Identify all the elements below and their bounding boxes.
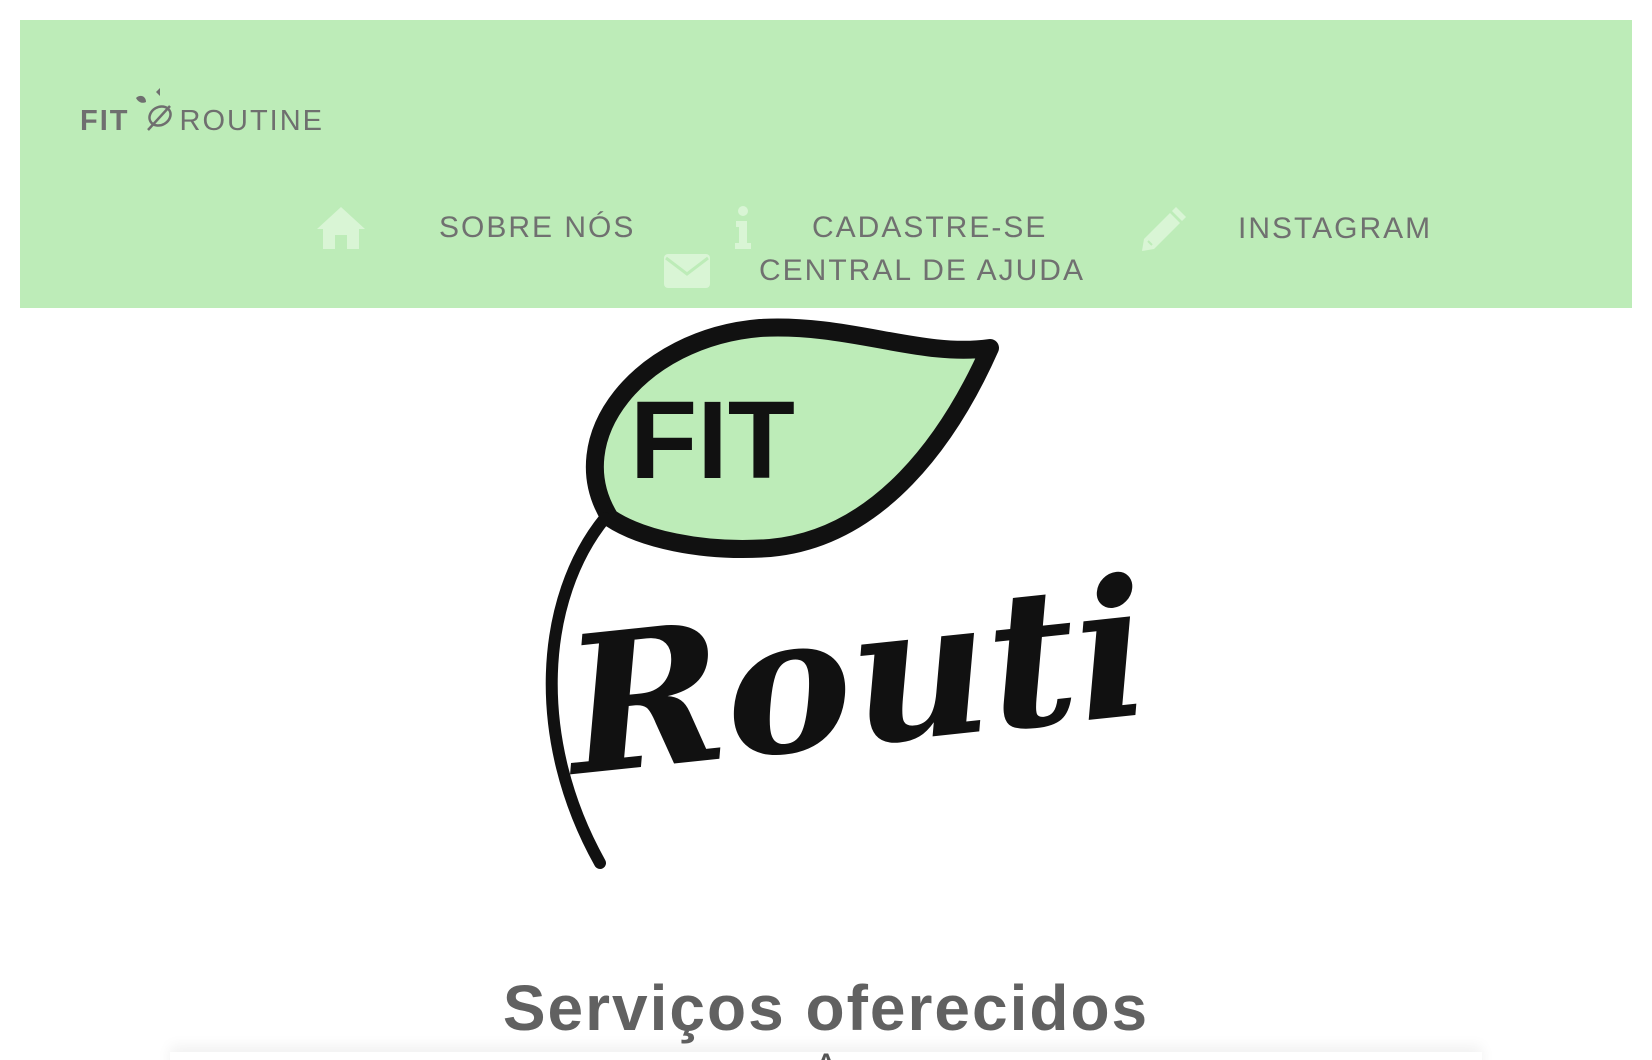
nav-item-central-de-ajuda[interactable]: CENTRAL DE AJUDA — [663, 252, 1085, 290]
info-icon — [732, 205, 754, 251]
services-title: Serviços oferecidos — [502, 972, 1150, 1044]
nav-label-sobre-nos: SOBRE NÓS — [439, 211, 636, 244]
top-navbar: FIT ROUTINE SOBRE NÓS CADASTRE-SE INSTAG… — [20, 20, 1632, 308]
nav-item-cadastre-se[interactable]: CADASTRE-SE — [732, 205, 1047, 251]
home-icon — [315, 205, 367, 251]
brand-logo-link[interactable]: FIT ROUTINE — [80, 88, 324, 136]
envelope-icon — [663, 252, 711, 290]
hero-logo: FIT Routine — [520, 318, 1416, 918]
brand-fit-text: FIT — [80, 105, 130, 137]
nav-label-cadastre-se: CADASTRE-SE — [812, 211, 1048, 244]
nav-item-instagram[interactable]: INSTAGRAM — [1140, 205, 1432, 253]
pencil-icon — [1140, 205, 1188, 253]
brand-routine-text: ROUTINE — [179, 105, 324, 137]
leaf-icon — [134, 88, 178, 136]
nav-label-central-de-ajuda: CENTRAL DE AJUDA — [759, 254, 1085, 287]
page: FIT ROUTINE SOBRE NÓS CADASTRE-SE INSTAG… — [0, 0, 1652, 1060]
logo-routine-text: Routine — [551, 509, 1140, 819]
logo-fit-text: FIT — [630, 379, 795, 502]
nav-label-instagram: INSTAGRAM — [1238, 212, 1433, 245]
content-card-edge — [170, 1052, 1482, 1060]
nav-item-sobre-nos[interactable]: SOBRE NÓS — [315, 205, 635, 251]
